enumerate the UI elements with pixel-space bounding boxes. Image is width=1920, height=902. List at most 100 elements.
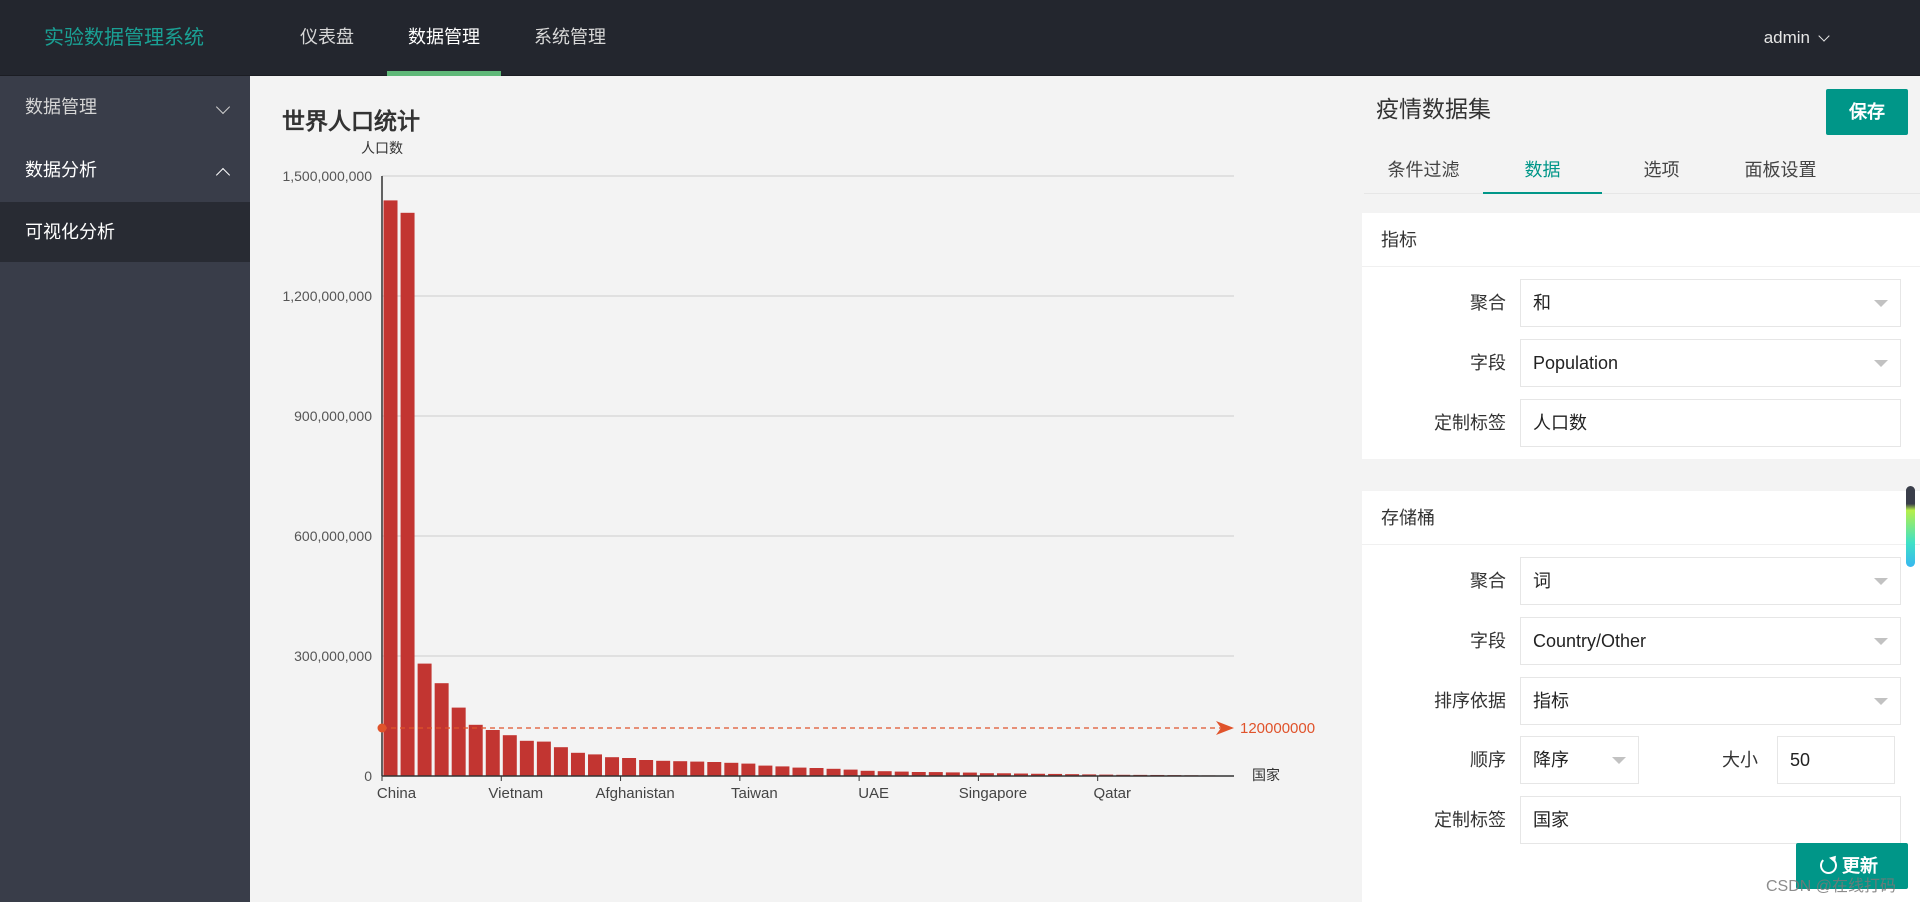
- bar: [792, 767, 807, 776]
- bucket-custom-label-row: 定制标签 国家: [1362, 796, 1920, 844]
- bucket-field-row: 字段 Country/Other: [1362, 617, 1920, 665]
- bar: [502, 735, 517, 776]
- bar: [536, 741, 551, 776]
- chevron-up-icon: [215, 167, 231, 183]
- bar: [485, 730, 500, 776]
- bar: [553, 747, 568, 776]
- nav-system-management[interactable]: 系统管理: [513, 0, 627, 76]
- bar: [690, 761, 705, 776]
- user-menu[interactable]: admin: [1764, 0, 1830, 76]
- bucket-order-select[interactable]: 降序: [1520, 736, 1639, 784]
- bar: [451, 707, 466, 776]
- panel-tabs: 条件过滤 数据 选项 面板设置: [1364, 148, 1920, 194]
- bar: [588, 754, 602, 776]
- chevron-down-icon: [215, 99, 231, 115]
- bar: [519, 740, 534, 776]
- x-tick-label: Afghanistan: [595, 785, 674, 802]
- bar: [741, 763, 756, 776]
- bar: [758, 765, 773, 776]
- bar: [826, 768, 841, 776]
- bucket-agg-select[interactable]: 词: [1520, 557, 1901, 605]
- sidebar-item-data-analysis[interactable]: 数据分析: [0, 139, 250, 202]
- bar: [400, 212, 415, 777]
- bucket-sort-value: 指标: [1533, 691, 1569, 711]
- x-tick-label: Taiwan: [731, 785, 778, 802]
- metric-agg-label: 聚合: [1470, 293, 1506, 313]
- bucket-order-row: 顺序 降序 大小 50: [1362, 736, 1920, 784]
- bar: [639, 760, 654, 776]
- bar: [656, 760, 671, 776]
- x-tick-label: Singapore: [959, 785, 1027, 802]
- dropdown-triangle-icon: [1874, 698, 1888, 705]
- bucket-agg-label: 聚合: [1470, 571, 1506, 591]
- x-tick-label: Vietnam: [488, 785, 543, 802]
- bar: [570, 752, 585, 776]
- metric-agg-row: 聚合 和: [1362, 279, 1920, 327]
- bucket-field-value: Country/Other: [1533, 631, 1647, 651]
- bar: [707, 762, 722, 776]
- bucket-field-label: 字段: [1470, 631, 1506, 651]
- bucket-card: 存储桶 聚合 词 字段 Country/Other 排序依据 指标 顺序 降序 …: [1362, 491, 1920, 902]
- bucket-custom-label: 定制标签: [1434, 810, 1506, 830]
- bar: [605, 757, 620, 776]
- sidebar-item-label: 数据分析: [25, 160, 97, 180]
- markline-label: 120000000: [1240, 720, 1315, 737]
- sidebar-subitem-visual-analysis[interactable]: 可视化分析: [0, 202, 250, 262]
- top-navbar: 实验数据管理系统 仪表盘 数据管理 系统管理 admin: [0, 0, 1920, 76]
- metric-card: 指标 聚合 和 字段 Population 定制标签 人口数: [1362, 213, 1920, 459]
- app-title[interactable]: 实验数据管理系统: [44, 0, 204, 76]
- x-tick-label: UAE: [858, 785, 889, 802]
- top-nav: 仪表盘 数据管理 系统管理: [279, 0, 639, 76]
- bucket-size-input[interactable]: 50: [1777, 736, 1895, 784]
- metric-custom-label-input[interactable]: 人口数: [1520, 399, 1901, 447]
- bucket-agg-row: 聚合 词: [1362, 557, 1920, 605]
- markline-arrow: [1216, 721, 1234, 735]
- nav-dashboard[interactable]: 仪表盘: [279, 0, 375, 76]
- y-tick-label: 1,200,000,000: [282, 288, 372, 304]
- metric-agg-select[interactable]: 和: [1520, 279, 1901, 327]
- dropdown-triangle-icon: [1612, 757, 1626, 764]
- y-axis-title: 人口数: [361, 140, 403, 156]
- metric-custom-label: 定制标签: [1434, 413, 1506, 433]
- dropdown-triangle-icon: [1874, 360, 1888, 367]
- tab-options[interactable]: 选项: [1602, 148, 1721, 193]
- chevron-down-icon: [1818, 29, 1830, 42]
- y-tick-label: 900,000,000: [294, 408, 372, 424]
- bucket-sort-row: 排序依据 指标: [1362, 677, 1920, 725]
- metric-header: 指标: [1362, 213, 1920, 267]
- config-panel: 疫情数据集 保存 条件过滤 数据 选项 面板设置 指标 聚合 和 字段 Popu…: [1362, 76, 1920, 902]
- bar: [724, 762, 739, 776]
- metric-field-value: Population: [1533, 353, 1619, 373]
- bucket-field-select[interactable]: Country/Other: [1520, 617, 1901, 665]
- bucket-size-label: 大小: [1722, 750, 1758, 770]
- bar: [673, 761, 688, 776]
- bucket-agg-value: 词: [1533, 571, 1551, 591]
- scrollbar[interactable]: [1906, 486, 1915, 567]
- bucket-order-label: 顺序: [1470, 750, 1506, 770]
- watermark: CSDN @在线打码: [1766, 878, 1897, 895]
- y-tick-label: 1,500,000,000: [282, 168, 372, 184]
- bar: [809, 768, 824, 776]
- tab-panel-settings[interactable]: 面板设置: [1721, 148, 1840, 193]
- sidebar-item-data-management[interactable]: 数据管理: [0, 76, 250, 139]
- save-button[interactable]: 保存: [1826, 89, 1908, 135]
- sidebar-item-label: 数据管理: [25, 97, 97, 117]
- metric-field-select[interactable]: Population: [1520, 339, 1901, 387]
- bar: [434, 683, 449, 776]
- metric-field-label: 字段: [1470, 353, 1506, 373]
- bucket-sort-select[interactable]: 指标: [1520, 677, 1901, 725]
- bar: [417, 663, 432, 776]
- bucket-custom-label-input[interactable]: 国家: [1520, 796, 1901, 844]
- tab-filter[interactable]: 条件过滤: [1364, 148, 1483, 193]
- sidebar: 数据管理 数据分析 可视化分析: [0, 76, 250, 902]
- y-tick-label: 300,000,000: [294, 648, 372, 664]
- nav-data-management[interactable]: 数据管理: [387, 0, 501, 76]
- bar-chart: 0 300,000,000 600,000,000 900,000,000 1,200,…: [282, 140, 1315, 802]
- bucket-order-value: 降序: [1533, 750, 1569, 770]
- bar: [843, 769, 858, 776]
- metric-agg-value: 和: [1533, 293, 1551, 313]
- dataset-title: 疫情数据集: [1376, 96, 1491, 122]
- x-tick-label: Qatar: [1093, 785, 1131, 802]
- dropdown-triangle-icon: [1874, 578, 1888, 585]
- tab-data[interactable]: 数据: [1483, 148, 1602, 194]
